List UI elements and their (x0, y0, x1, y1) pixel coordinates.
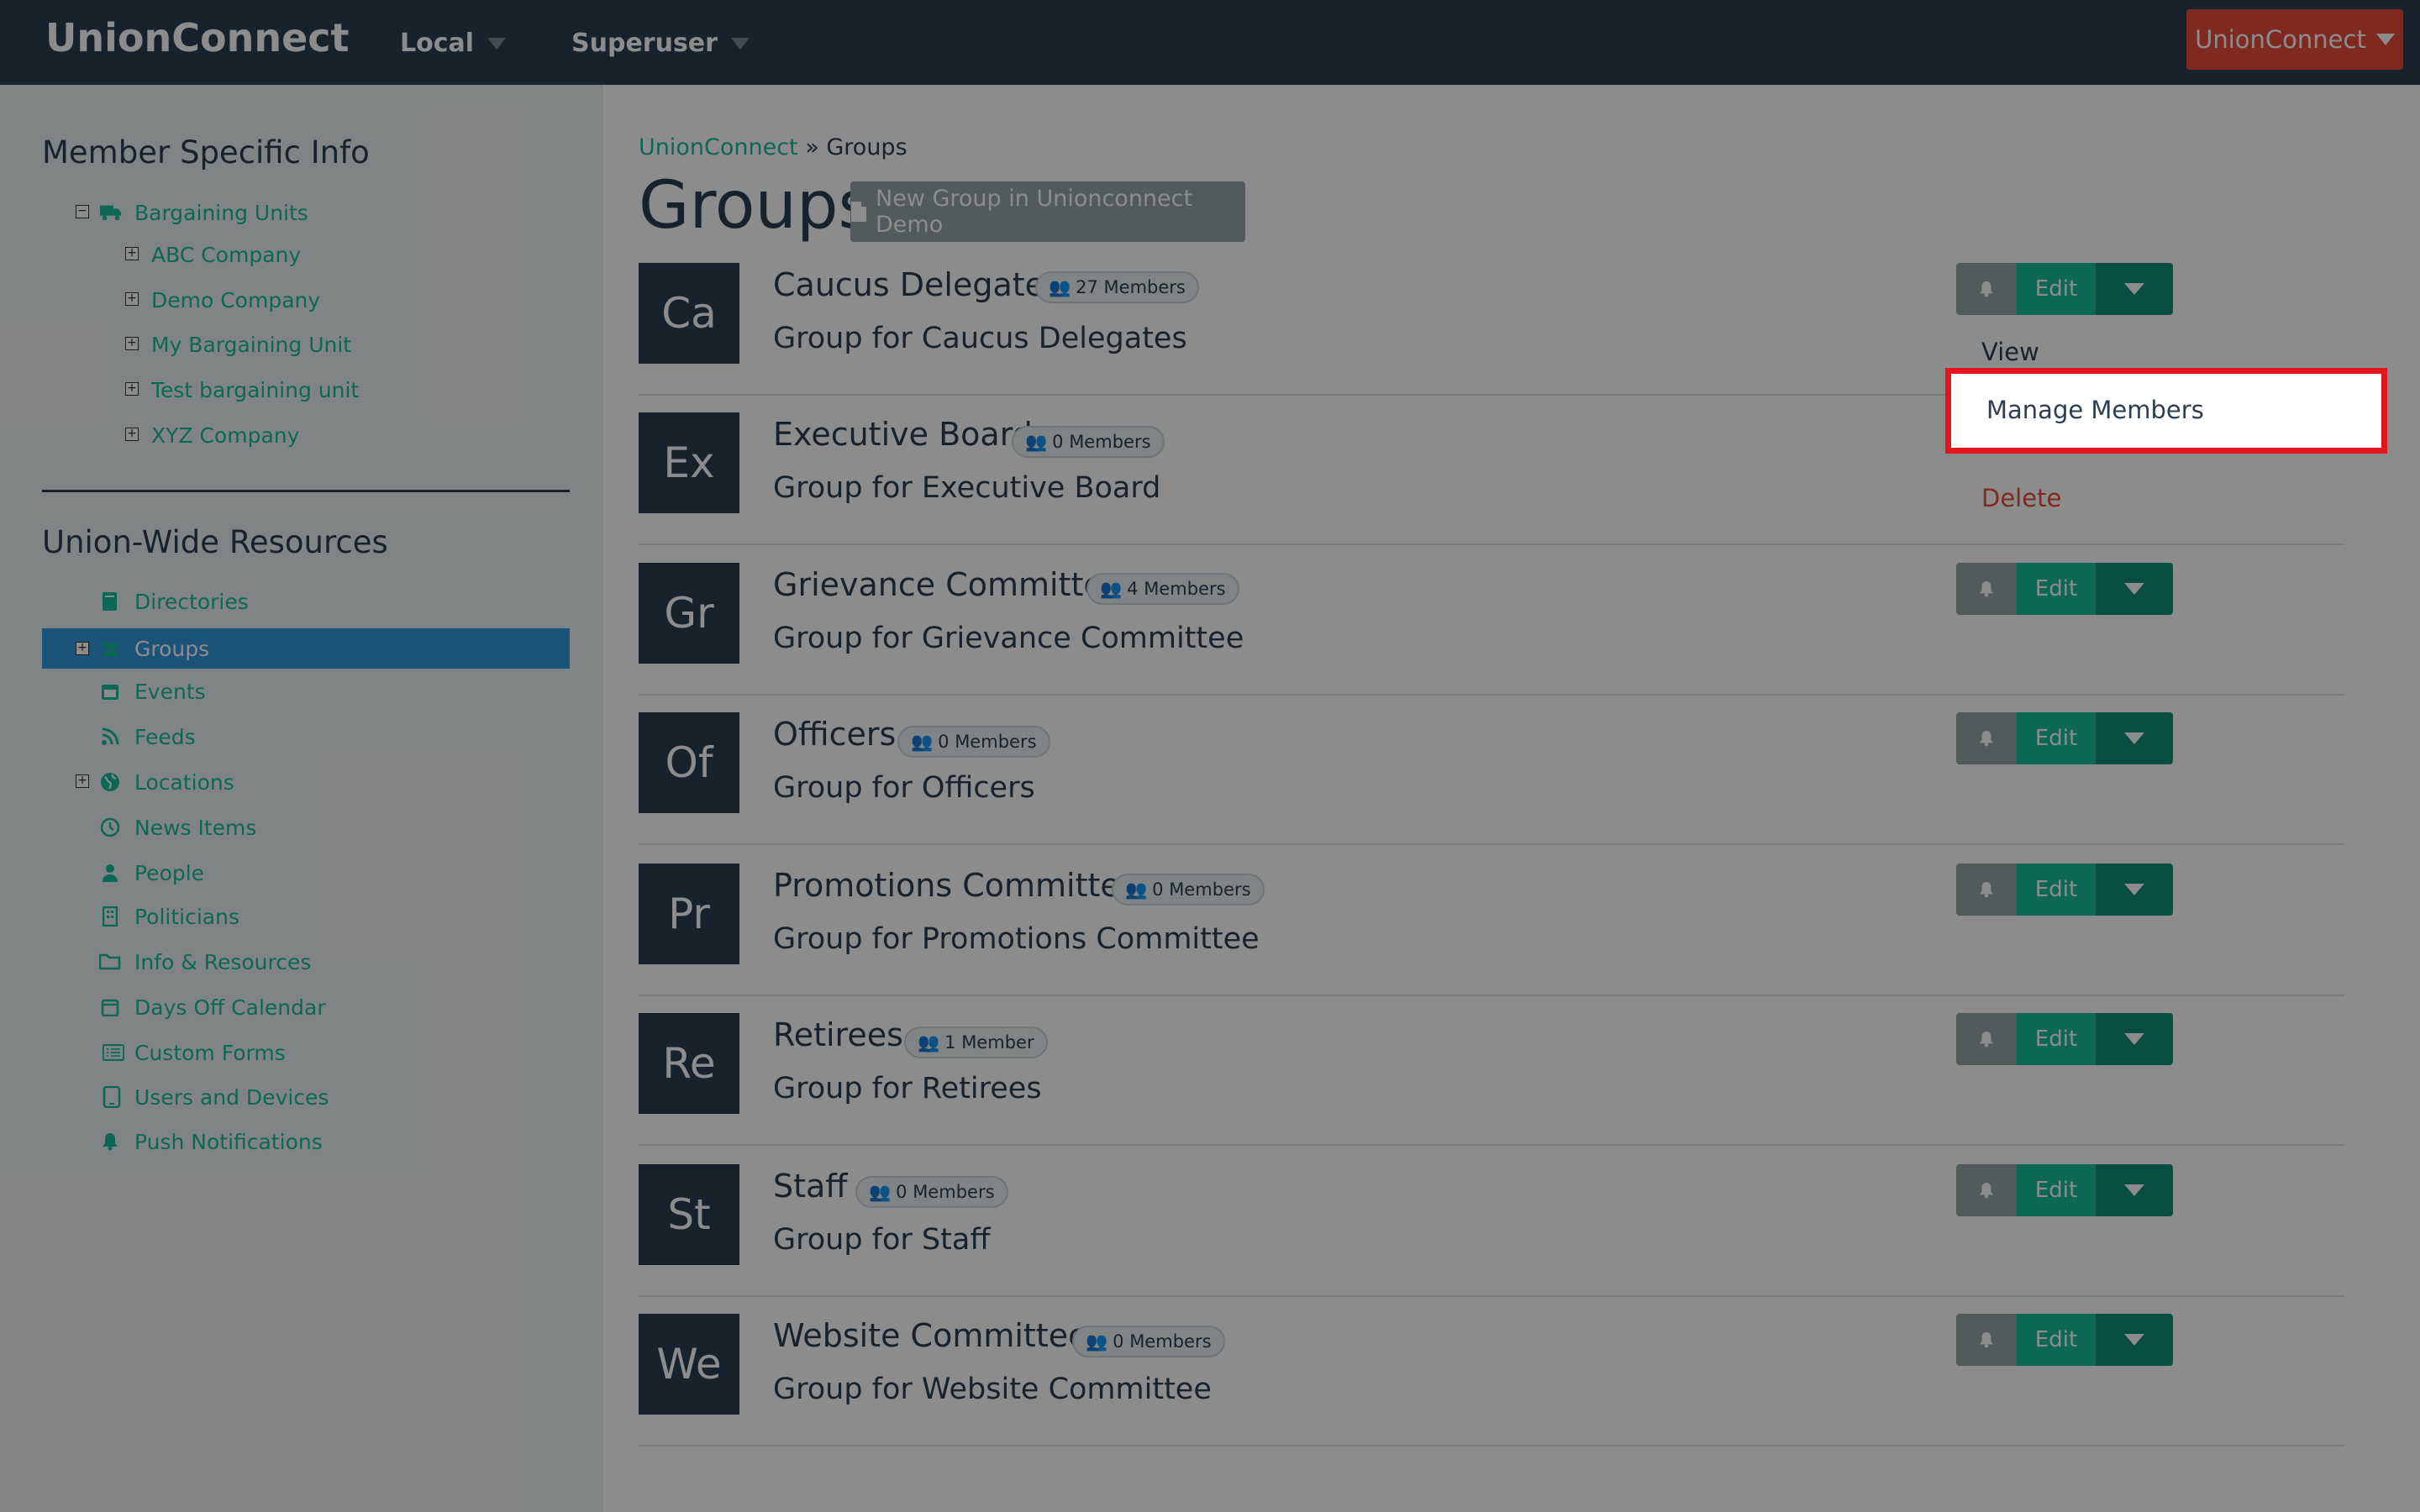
manage-members-label: Manage Members (1986, 396, 2204, 424)
menu-item-manage-members[interactable]: Manage Members (1945, 368, 2387, 454)
dim-overlay (0, 0, 2420, 1512)
